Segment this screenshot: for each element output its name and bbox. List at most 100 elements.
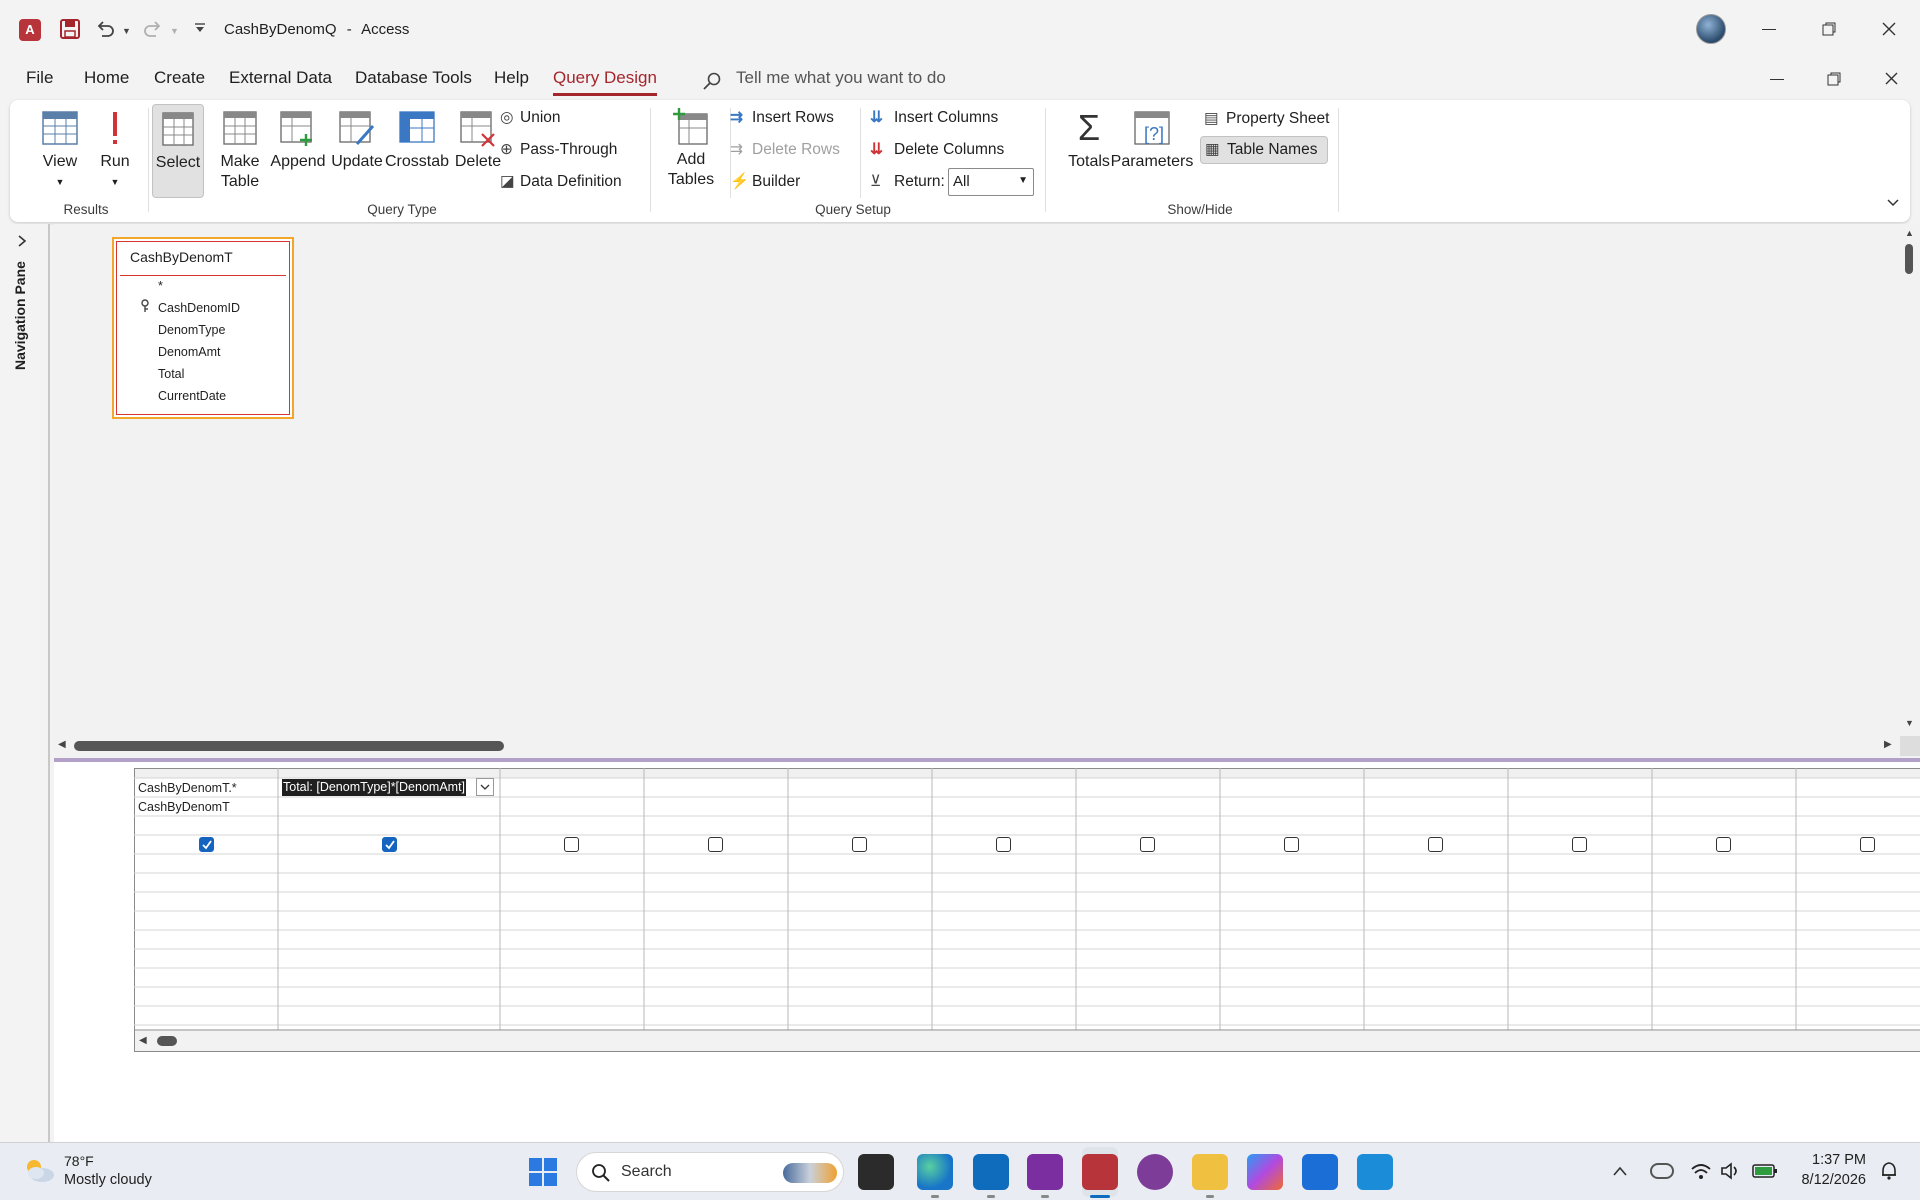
chevron-up-icon[interactable] [1612,1165,1628,1177]
upper-horizontal-scroll-thumb[interactable] [74,741,504,751]
view-button[interactable]: View ▼ [30,108,90,192]
edge-browser-icon[interactable] [917,1154,953,1190]
microsoft-store-icon[interactable] [1302,1154,1338,1190]
show-checkbox-col9[interactable] [1428,837,1443,852]
save-icon[interactable] [59,18,81,40]
upper-horizontal-scrollbar[interactable]: ◀ ▶ [54,736,1900,756]
show-checkbox-col12[interactable] [1860,837,1875,852]
field-denomamt[interactable]: DenomAmt [158,345,221,359]
crosstab-button[interactable]: Crosstab [382,108,452,172]
user-avatar[interactable] [1696,14,1726,44]
field-all[interactable]: * [158,279,163,293]
show-checkbox-col7[interactable] [1140,837,1155,852]
tab-file[interactable]: File [26,68,53,88]
onedrive-sync-icon[interactable] [1650,1163,1674,1179]
select-query-button[interactable]: Select [152,104,204,198]
access-icon[interactable] [1082,1154,1118,1190]
show-checkbox-col11[interactable] [1716,837,1731,852]
customize-qat-icon[interactable] [194,22,206,34]
onenote-icon[interactable] [1027,1154,1063,1190]
minimize-icon[interactable] [1762,29,1776,30]
show-checkbox-col5[interactable] [852,837,867,852]
tab-external-data[interactable]: External Data [229,68,332,88]
show-checkbox-col4[interactable] [708,837,723,852]
clock-date[interactable]: 8/12/2026 [1786,1172,1866,1188]
ribbon-restore-icon[interactable] [1827,72,1841,86]
grid-horizontal-scrollbar[interactable]: ◀ ▶ [135,1031,1920,1051]
volume-icon[interactable] [1720,1161,1742,1181]
add-tables-button[interactable]: Add Tables [658,106,724,190]
builder-button[interactable]: ⚡ Builder [730,172,800,192]
weather-cloud-icon[interactable] [22,1155,56,1185]
grid-scroll-thumb[interactable] [157,1036,177,1046]
show-checkbox-col10[interactable] [1572,837,1587,852]
upper-vertical-scrollbar[interactable]: ▲ ▼ [1900,224,1920,758]
field-cashdenomid[interactable]: CashDenomID [158,301,240,315]
onenote-app-icon[interactable] [1137,1154,1173,1190]
tab-help[interactable]: Help [494,68,529,88]
tell-me-search[interactable]: Tell me what you want to do [736,68,946,88]
restore-icon[interactable] [1822,22,1836,36]
append-button[interactable]: Append [268,108,328,172]
upper-vertical-scroll-thumb[interactable] [1905,244,1913,274]
outlook-icon[interactable] [973,1154,1009,1190]
field-cell-col2[interactable]: Total: [DenomType]*[DenomAmt] [282,779,467,796]
undo-dropdown-icon[interactable]: ▼ [122,26,131,36]
delete-columns-button[interactable]: ⇊ Delete Columns [870,140,1004,160]
show-checkbox-col3[interactable] [564,837,579,852]
query-design-upper-pane[interactable] [54,224,1906,758]
expand-nav-icon[interactable] [16,234,28,248]
navigation-pane[interactable]: Navigation Pane [0,224,50,1142]
undo-icon[interactable] [94,18,116,40]
parameters-button[interactable]: [?] Parameters [1110,108,1194,172]
delete-query-button[interactable]: Delete [448,108,508,172]
property-sheet-button[interactable]: ▤ Property Sheet [1200,108,1333,130]
insert-columns-button[interactable]: ⇊ Insert Columns [870,108,998,128]
weather-temperature[interactable]: 78°F [64,1153,94,1169]
pass-through-button[interactable]: ⊕ Pass-Through [500,140,617,160]
tab-database-tools[interactable]: Database Tools [355,68,472,88]
scroll-right-arrow-icon[interactable]: ▶ [1884,739,1892,750]
task-view-icon[interactable] [858,1154,894,1190]
wifi-icon[interactable] [1690,1161,1712,1181]
update-button[interactable]: Update [326,108,388,172]
insert-rows-button[interactable]: ⇉ Insert Rows [730,108,834,128]
notification-bell-icon[interactable] [1880,1161,1898,1181]
close-icon[interactable] [1881,21,1897,37]
table-field-list[interactable]: CashByDenomT * CashDenomID DenomType Den… [112,237,294,419]
tab-home[interactable]: Home [84,68,129,88]
scroll-left-arrow-icon[interactable]: ◀ [58,739,66,750]
tab-create[interactable]: Create [154,68,205,88]
field-dropdown-col2[interactable] [476,778,494,796]
show-checkbox-col8[interactable] [1284,837,1299,852]
data-definition-button[interactable]: ◪ Data Definition [500,172,622,192]
field-currentdate[interactable]: CurrentDate [158,389,226,403]
file-explorer-icon[interactable] [1192,1154,1228,1190]
collapse-ribbon-icon[interactable] [1886,198,1900,208]
clock-time[interactable]: 1:37 PM [1786,1152,1866,1168]
scroll-up-arrow-icon[interactable]: ▲ [1905,228,1914,238]
windows-start-icon[interactable] [528,1157,558,1187]
m365-copilot-icon[interactable] [1247,1154,1283,1190]
ribbon-close-icon[interactable] [1884,71,1899,86]
tab-query-design[interactable]: Query Design [553,68,657,96]
run-button[interactable]: Run ▼ [90,108,140,192]
ribbon-minimize-icon[interactable] [1770,79,1784,80]
field-cell-col1[interactable]: CashByDenomT.* [138,781,237,795]
scroll-left-arrow-icon[interactable]: ◀ [139,1035,147,1046]
show-checkbox-col1[interactable] [199,837,214,852]
show-checkbox-col2[interactable] [382,837,397,852]
table-names-button[interactable]: ▦ Table Names [1200,136,1328,164]
scroll-down-arrow-icon[interactable]: ▼ [1905,718,1914,728]
field-total[interactable]: Total [158,367,184,381]
taskbar-search-box[interactable]: Search [576,1152,844,1192]
field-list-title[interactable]: CashByDenomT [130,249,233,265]
show-checkbox-col6[interactable] [996,837,1011,852]
field-denomtype[interactable]: DenomType [158,323,225,337]
battery-icon[interactable] [1752,1163,1778,1179]
table-cell-col1[interactable]: CashByDenomT [138,800,230,814]
app-icon[interactable] [1357,1154,1393,1190]
weather-condition[interactable]: Mostly cloudy [64,1172,152,1188]
make-table-button[interactable]: Make Table [208,108,272,192]
union-button[interactable]: ◎ Union [500,108,561,128]
